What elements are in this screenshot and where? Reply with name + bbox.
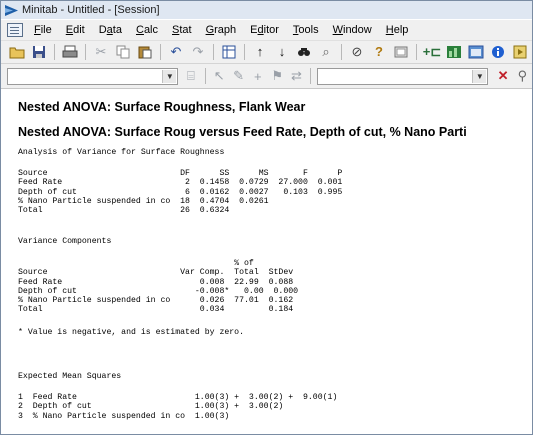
session-window-icon[interactable] <box>7 23 23 37</box>
window-title: Minitab - Untitled - [Session] <box>22 4 160 16</box>
menu-graph[interactable]: Graph <box>199 20 244 40</box>
graph-brush-icon[interactable]: +⊏ <box>422 43 442 61</box>
worksheet-selector[interactable]: ▼ <box>7 67 179 85</box>
paste-icon[interactable] <box>135 43 155 61</box>
menu-window[interactable]: Window <box>326 20 379 40</box>
session-icon[interactable] <box>466 43 486 61</box>
menu-stat[interactable]: Stat <box>165 20 199 40</box>
project-manager-icon[interactable] <box>391 43 411 61</box>
menu-edit[interactable]: Edit <box>59 20 92 40</box>
standard-toolbar: ✂ ↶ ↷ ↑ ↓ ⌕ ⊘ ? +⊏ <box>1 41 532 64</box>
output-subheading: Nested ANOVA: Surface Roug versus Feed R… <box>18 125 467 139</box>
print-icon[interactable] <box>60 43 80 61</box>
variance-components-title: Variance Components <box>18 237 112 246</box>
find-replace-icon[interactable]: ⌕ <box>316 43 336 61</box>
minitab-window: Minitab - Untitled - [Session] File Edit… <box>0 0 533 435</box>
toolbar-separator <box>416 44 417 60</box>
title-bar[interactable]: Minitab - Untitled - [Session] <box>1 1 532 19</box>
close-icon[interactable]: ✕ <box>494 67 511 85</box>
redo-icon[interactable]: ↷ <box>188 43 208 61</box>
zoom-icon[interactable]: ⚲ <box>514 67 531 85</box>
toolbar-separator <box>213 44 214 60</box>
menu-data[interactable]: Data <box>92 20 129 40</box>
menu-bar: File Edit Data Calc Stat Graph Editor To… <box>1 20 532 41</box>
arrow-down-icon[interactable]: ↓ <box>272 43 292 61</box>
undo-icon[interactable]: ↶ <box>166 43 186 61</box>
session-window[interactable]: Nested ANOVA: Surface Roughness, Flank W… <box>1 89 532 434</box>
help-icon[interactable]: ? <box>369 43 389 61</box>
crosshair-icon[interactable]: + <box>249 67 266 85</box>
copy-icon[interactable] <box>113 43 133 61</box>
toolbar-separator <box>310 68 312 84</box>
select-pointer-icon[interactable]: ↖ <box>211 67 228 85</box>
open-icon[interactable] <box>7 43 27 61</box>
menu-calc[interactable]: Calc <box>129 20 165 40</box>
menu-file[interactable]: File <box>27 20 59 40</box>
toolbar-separator <box>204 68 206 84</box>
info-icon[interactable] <box>488 43 508 61</box>
history-icon[interactable] <box>510 43 530 61</box>
save-icon[interactable] <box>29 43 49 61</box>
negative-value-note: * Value is negative, and is estimated by… <box>18 328 245 337</box>
brush-icon[interactable]: ✎ <box>230 67 247 85</box>
expected-mean-squares-title: Expected Mean Squares <box>18 372 122 381</box>
command-selector[interactable]: ▼ <box>317 67 489 85</box>
menu-editor[interactable]: Editor <box>243 20 286 40</box>
expected-mean-squares-table: 1 Feed Rate 1.00(3) + 3.00(2) + 9.00(1) … <box>18 393 338 421</box>
graph-icon[interactable] <box>444 43 464 61</box>
graph-annotation-toolbar: ▼ ⌸ ↖ ✎ + ⚑ ⇄ ▼ ✕ ⚲ <box>1 64 532 89</box>
variance-components-table: % of Source Var Comp. Total StDev Feed R… <box>18 259 299 315</box>
worksheet-icon[interactable] <box>219 43 239 61</box>
edit-graph-icon[interactable]: ⌸ <box>182 67 199 85</box>
toolbar-separator <box>85 44 86 60</box>
cancel-icon[interactable]: ⊘ <box>347 43 367 61</box>
toolbar-separator <box>341 44 342 60</box>
menu-tools[interactable]: Tools <box>286 20 326 40</box>
chevron-down-icon: ▼ <box>162 69 177 83</box>
chevron-down-icon: ▼ <box>472 69 487 83</box>
anova-title: Analysis of Variance for Surface Roughne… <box>18 148 225 157</box>
minitab-logo-icon <box>5 4 18 16</box>
flag-icon[interactable]: ⚑ <box>269 67 286 85</box>
toolbar-separator <box>54 44 55 60</box>
output-heading: Nested ANOVA: Surface Roughness, Flank W… <box>18 100 306 114</box>
toolbar-separator <box>244 44 245 60</box>
menu-help[interactable]: Help <box>379 20 416 40</box>
equal-icon[interactable]: ⇄ <box>288 67 305 85</box>
toolbar-separator <box>160 44 161 60</box>
cut-icon[interactable]: ✂ <box>91 43 111 61</box>
arrow-up-icon[interactable]: ↑ <box>250 43 270 61</box>
anova-table: Source DF SS MS F P Feed Rate 2 0.1458 0… <box>18 169 343 216</box>
find-icon[interactable] <box>294 43 314 61</box>
